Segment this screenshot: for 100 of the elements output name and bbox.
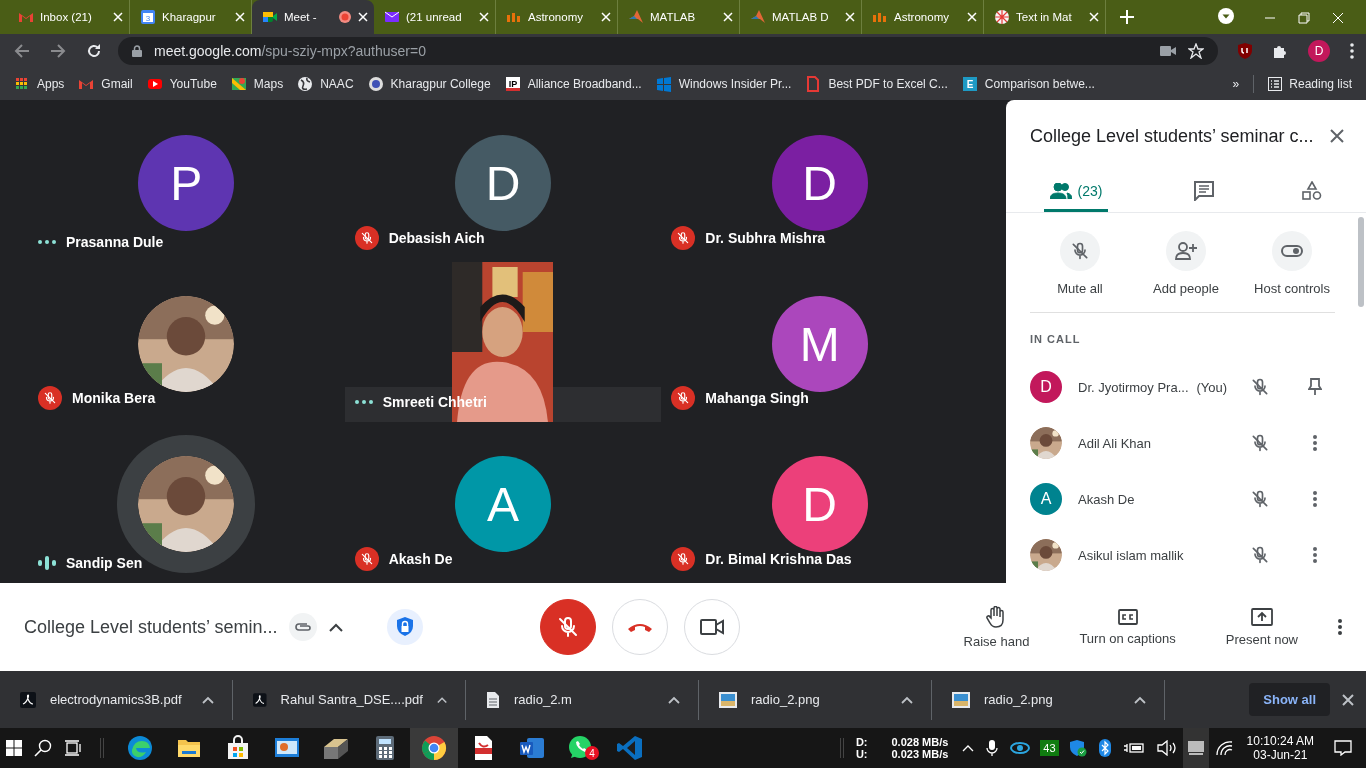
image-icon <box>952 691 970 708</box>
task-view-icon[interactable] <box>64 740 82 756</box>
security-icon[interactable] <box>387 609 424 645</box>
net-speed: 0.028 MB/s <box>891 736 949 748</box>
mic-off-icon <box>359 552 374 566</box>
more-icon[interactable] <box>1313 491 1317 507</box>
caret-icon[interactable] <box>329 622 344 632</box>
more-icon[interactable] <box>1338 619 1342 635</box>
mic-off-icon <box>1250 545 1270 565</box>
caret-icon[interactable] <box>436 695 447 704</box>
menu-icon[interactable] <box>1350 42 1354 59</box>
more-icon[interactable] <box>1313 435 1317 451</box>
bluetooth-icon[interactable] <box>1098 739 1111 757</box>
participant-name: Monika Bera <box>72 390 156 406</box>
participant-name: Adil Ali Khan <box>1078 435 1151 451</box>
bookmark[interactable]: Apps <box>14 75 65 92</box>
leave-call-button[interactable] <box>612 599 668 655</box>
notifications-icon[interactable] <box>1334 740 1352 756</box>
download-item[interactable]: radio_2.png <box>932 679 1165 720</box>
panel-action[interactable]: Add people <box>1136 231 1236 296</box>
document-icon <box>486 690 500 709</box>
list-icon <box>1268 76 1283 91</box>
new-tab-icon[interactable] <box>1120 10 1134 24</box>
attachment-icon[interactable] <box>289 613 318 641</box>
net-label: D: <box>855 736 868 748</box>
participant-name: Asikul islam mallik <box>1078 547 1184 563</box>
bookmark[interactable]: E Comparison betwe... <box>961 75 1095 92</box>
site-icon <box>262 9 278 25</box>
reload-icon[interactable] <box>86 42 102 59</box>
caret-icon[interactable] <box>901 695 913 704</box>
camera-icon[interactable] <box>1160 44 1176 57</box>
pin-icon[interactable] <box>1308 378 1322 396</box>
close-icon[interactable] <box>1330 129 1344 143</box>
net-speed: 0.023 MB/s <box>891 748 949 760</box>
download-item[interactable]: electrodynamics3B.pdf <box>0 679 233 720</box>
start-icon[interactable] <box>6 740 22 756</box>
profile-avatar[interactable]: D <box>1308 39 1330 62</box>
eye-icon[interactable] <box>1010 741 1031 755</box>
clock[interactable]: 10:10:24 AM 03-Jun-21 <box>1246 734 1314 762</box>
more-icon[interactable] <box>1313 547 1317 563</box>
volume-icon[interactable] <box>1156 740 1177 756</box>
tab-search-icon[interactable] <box>1218 8 1234 24</box>
site-icon <box>230 75 247 92</box>
restore-icon[interactable] <box>1298 12 1310 24</box>
scrollbar[interactable] <box>1358 217 1364 307</box>
panel-tab[interactable]: (23) <box>1044 172 1108 212</box>
camera-icon <box>700 618 724 636</box>
caret-icon[interactable] <box>1134 695 1146 704</box>
mic-off-icon <box>43 391 57 405</box>
panel-title: College Level students’ seminar c... <box>1030 125 1314 147</box>
bookmark[interactable]: Kharagpur College <box>367 75 491 92</box>
shield-icon[interactable] <box>1068 739 1087 757</box>
bookmark[interactable]: YouTube <box>146 75 217 92</box>
mic-off-icon <box>1250 489 1270 509</box>
shield-icon[interactable] <box>1238 42 1252 59</box>
browser-tab[interactable]: Meet - <box>252 0 374 34</box>
site-icon: 3 <box>140 9 156 25</box>
app-icon <box>617 735 643 761</box>
bookmark[interactable]: Maps <box>230 75 284 92</box>
site-icon: IP <box>504 75 521 92</box>
pdf-icon <box>20 691 36 708</box>
panel-action[interactable]: Mute all <box>1030 231 1130 296</box>
bookmark[interactable]: NAAC <box>297 75 354 92</box>
shapes-icon <box>1302 180 1322 201</box>
more-bookmarks[interactable]: » <box>1232 76 1240 91</box>
address-bar[interactable]: meet.google.com/spu-sziy-mpx?authuser=0 <box>118 36 1218 65</box>
download-item[interactable]: radio_2.m <box>466 679 699 720</box>
caret-icon[interactable] <box>202 695 214 704</box>
battery-icon[interactable] <box>1122 741 1145 755</box>
reading-list[interactable]: Reading list <box>1268 76 1352 91</box>
search-icon[interactable] <box>34 739 52 757</box>
taskbar-app[interactable]: 4 <box>557 728 605 768</box>
wifi-icon[interactable] <box>1214 740 1233 756</box>
control-button[interactable]: Present now <box>1215 607 1308 647</box>
bookmark[interactable]: Gmail <box>78 75 133 92</box>
back-icon[interactable] <box>14 42 30 59</box>
show-all-button[interactable]: Show all <box>1249 683 1330 716</box>
caret-icon[interactable] <box>668 695 680 704</box>
hang-up-icon <box>627 621 653 633</box>
tray-badge[interactable]: 43 <box>1040 740 1059 756</box>
participant-name: Akash De <box>388 551 453 567</box>
bookmark[interactable]: IP Alliance Broadband... <box>504 75 642 92</box>
panel-action[interactable]: Host controls <box>1242 231 1342 296</box>
avatar: D <box>771 135 868 231</box>
download-item[interactable]: Rahul Santra_DSE....pdf <box>233 679 466 720</box>
star-icon[interactable] <box>1188 42 1204 59</box>
control-button[interactable]: Turn on captions <box>1069 608 1186 646</box>
forward-icon[interactable] <box>50 42 66 59</box>
taskbar-app[interactable] <box>410 728 458 768</box>
control-button[interactable]: Raise hand <box>953 605 1040 649</box>
camera-button[interactable] <box>684 599 740 655</box>
mic-off-icon <box>556 615 580 639</box>
bookmark[interactable]: Windows Insider Pr... <box>655 75 792 92</box>
download-item[interactable]: radio_2.png <box>699 679 932 720</box>
microphone-icon[interactable] <box>986 739 999 757</box>
site-icon <box>384 9 400 25</box>
monitor-icon[interactable] <box>1186 740 1205 756</box>
bookmark[interactable]: Best PDF to Excel C... <box>805 75 948 92</box>
microphone-button[interactable] <box>540 599 596 655</box>
close-icon[interactable] <box>1342 693 1354 706</box>
